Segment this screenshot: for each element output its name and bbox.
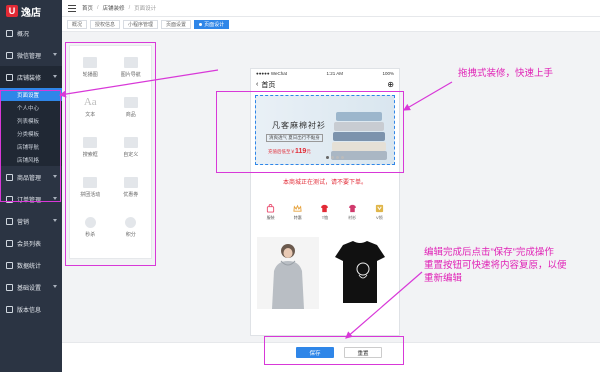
tab-label: 页面设计 xyxy=(204,21,225,28)
carrier: ●●●●● WeChat xyxy=(256,71,288,76)
category-nav: 服装 特惠 T恤 衬衫 V领 xyxy=(251,204,399,221)
callout-drag-drop: 拖拽式装修，快速上手 xyxy=(458,68,554,79)
annotation-box-buttons xyxy=(264,336,404,365)
marketing-icon xyxy=(6,217,13,225)
sidebar-item-overview[interactable]: 概况 xyxy=(0,22,62,44)
crown-icon xyxy=(293,204,302,212)
callout-line: 重置按钮可快速将内容复原，以便 xyxy=(424,260,567,271)
member-icon xyxy=(6,239,13,247)
logo-mark: U xyxy=(6,5,18,17)
target-icon[interactable]: ⊕ xyxy=(387,80,394,89)
tab-authorization[interactable]: 授权信息 xyxy=(90,19,121,29)
callout-line: 编辑完成后点击”保存”完成操作 xyxy=(424,247,554,258)
annotation-box-widgets xyxy=(65,42,156,266)
menu-toggle-icon[interactable] xyxy=(68,4,76,12)
page-tabs: 概况 授权信息 小程序管理 页面设置 页面设计 xyxy=(62,17,600,32)
sidebar-item-label: 概况 xyxy=(17,31,30,38)
category-label: 衬衫 xyxy=(348,215,357,220)
product-card-tshirt[interactable] xyxy=(329,237,391,309)
tab-page-settings[interactable]: 页面设置 xyxy=(161,19,192,29)
product-grid xyxy=(251,237,399,309)
battery: 100% xyxy=(382,71,394,76)
annotation-box-banner xyxy=(216,91,404,173)
phone-nav-bar: ‹ 首页 ⊕ xyxy=(251,78,399,92)
tab-overview[interactable]: 概况 xyxy=(67,19,88,29)
sidebar-item-label: 微信管理 xyxy=(17,53,42,60)
category-clothing[interactable]: 服装 xyxy=(266,204,275,221)
breadcrumb: 首页 / 店铺装修 / 页面设计 xyxy=(82,4,156,12)
shop-icon xyxy=(6,73,13,81)
shirt-icon xyxy=(348,204,356,213)
category-special[interactable]: 特惠 xyxy=(293,204,302,221)
annotation-box-sidebar xyxy=(0,90,61,202)
phone-status-bar: ●●●●● WeChat 1:21 AM 100% xyxy=(251,69,399,78)
sidebar-item-version[interactable]: 版本信息 xyxy=(0,298,62,320)
breadcrumb-home[interactable]: 首页 xyxy=(82,4,93,12)
category-label: T恤 xyxy=(321,215,329,220)
sidebar-item-label: 数据统计 xyxy=(17,263,42,270)
tab-miniprogram[interactable]: 小程序管理 xyxy=(123,19,159,29)
app-logo[interactable]: U 逸店 xyxy=(0,0,62,22)
category-label: 特惠 xyxy=(293,215,302,220)
app-name: 逸店 xyxy=(21,7,41,19)
breadcrumb-separator: / xyxy=(97,5,99,11)
callout-line: 重新编辑 xyxy=(424,273,463,284)
category-tshirt[interactable]: T恤 xyxy=(320,204,329,221)
sidebar-item-wechat[interactable]: 微信管理 xyxy=(0,44,62,66)
sidebar-item-label: 店铺装修 xyxy=(17,75,42,82)
test-notice: 本商城正在测试，请不要下单。 xyxy=(282,180,367,186)
product-card-hoodie[interactable] xyxy=(257,237,319,309)
phone-page-title: 首页 xyxy=(261,81,276,89)
category-vneck[interactable]: V领 xyxy=(375,204,384,221)
black-tshirt-image xyxy=(335,241,385,303)
sidebar-item-label: 基础设置 xyxy=(17,285,42,292)
back-icon[interactable]: ‹ xyxy=(256,81,258,88)
breadcrumb-current: 页面设计 xyxy=(134,6,157,12)
sidebar-item-label: 会员列表 xyxy=(17,241,42,248)
category-label: V领 xyxy=(376,215,383,220)
chevron-down-icon xyxy=(53,285,57,288)
sidebar-item-shop-decoration[interactable]: 店铺装修 xyxy=(0,66,62,88)
sidebar-item-label: 营销 xyxy=(17,219,30,226)
chevron-down-icon xyxy=(53,53,57,56)
sidebar-item-marketing[interactable]: 营销 xyxy=(0,210,62,232)
stats-icon xyxy=(6,261,13,269)
settings-icon xyxy=(6,283,13,291)
breadcrumb-separator: / xyxy=(128,5,131,11)
top-bar: 首页 / 店铺装修 / 页面设计 xyxy=(62,0,600,17)
sidebar-item-members[interactable]: 会员列表 xyxy=(0,232,62,254)
vneck-icon xyxy=(375,204,383,213)
dashboard-icon xyxy=(6,29,13,37)
sidebar-item-label: 版本信息 xyxy=(17,307,42,314)
chevron-down-icon xyxy=(53,219,57,222)
tshirt-icon xyxy=(321,204,329,213)
category-shirt[interactable]: 衬衫 xyxy=(348,204,357,221)
wechat-icon xyxy=(6,51,13,59)
time: 1:21 AM xyxy=(326,71,343,76)
info-icon xyxy=(6,305,13,313)
category-label: 服装 xyxy=(266,215,275,220)
hoodie-image xyxy=(257,237,319,309)
bag-icon xyxy=(266,204,275,213)
active-dot-icon xyxy=(199,22,203,26)
tab-page-design[interactable]: 页面设计 xyxy=(194,19,230,29)
sidebar-item-settings[interactable]: 基础设置 xyxy=(0,276,62,298)
chevron-down-icon xyxy=(53,75,57,78)
sidebar-item-stats[interactable]: 数据统计 xyxy=(0,254,62,276)
breadcrumb-parent[interactable]: 店铺装修 xyxy=(103,4,125,12)
callout-save-reset: 编辑完成后点击”保存”完成操作 重置按钮可快速将内容复原，以便 重新编辑 xyxy=(424,246,594,285)
